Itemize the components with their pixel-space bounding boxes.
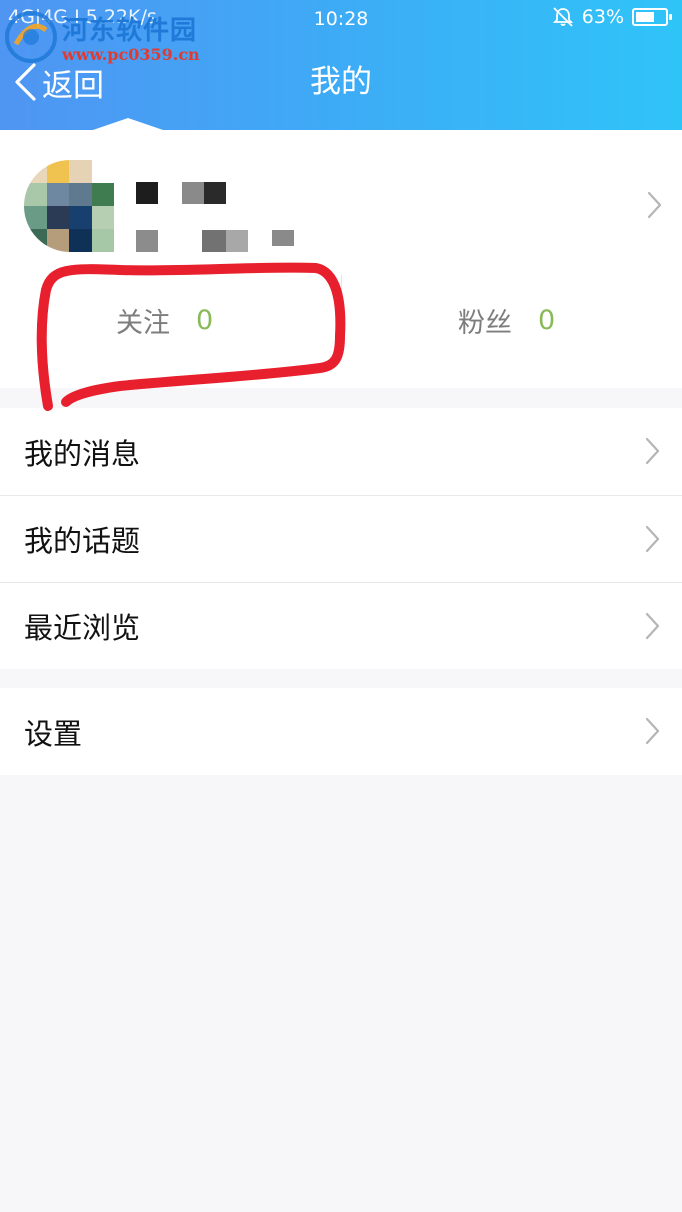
watermark: 河东软件园 www.pc0359.cn xyxy=(4,10,200,64)
following-stat[interactable]: 关注 0 xyxy=(116,290,213,350)
followers-count: 0 xyxy=(538,304,556,336)
menu-group-main: 我的消息 我的话题 最近浏览 xyxy=(0,408,682,669)
username-redacted xyxy=(136,182,226,204)
menu-item-label: 设置 xyxy=(24,716,83,751)
menu-group-settings: 设置 xyxy=(0,688,682,775)
chevron-right-icon xyxy=(647,191,662,219)
profile-card[interactable]: 关注 0 粉丝 0 xyxy=(0,130,682,388)
battery-fill xyxy=(636,12,654,22)
chevron-right-icon xyxy=(645,612,660,640)
chevron-right-icon xyxy=(645,717,660,745)
chevron-right-icon xyxy=(645,437,660,465)
menu-item-settings[interactable]: 设置 xyxy=(0,688,682,775)
menu-item-label: 我的消息 xyxy=(24,436,141,471)
stats-row: 关注 0 粉丝 0 xyxy=(0,290,682,350)
followers-stat[interactable]: 粉丝 0 xyxy=(458,290,555,350)
menu-item-topics[interactable]: 我的话题 xyxy=(0,495,682,582)
status-right: 63% xyxy=(552,6,672,28)
watermark-name: 河东软件园 xyxy=(62,16,198,46)
avatar[interactable] xyxy=(24,160,114,252)
chevron-right-icon xyxy=(645,525,660,553)
battery-percent: 63% xyxy=(581,6,624,28)
user-id-redacted xyxy=(136,230,294,252)
battery-icon xyxy=(632,8,672,26)
menu-item-label: 我的话题 xyxy=(24,524,141,558)
watermark-logo-icon xyxy=(5,11,57,63)
followers-label: 粉丝 xyxy=(458,307,512,339)
page-title: 我的 xyxy=(310,64,372,100)
menu-item-label: 最近浏览 xyxy=(24,611,141,645)
bell-icon xyxy=(552,7,573,27)
following-count: 0 xyxy=(196,304,214,336)
menu-item-messages[interactable]: 我的消息 xyxy=(0,408,682,495)
following-label: 关注 xyxy=(116,307,170,339)
app-header: 4G|4G Ⅰ 5.22K/s 10:28 63% 河东软件园 www.pc03… xyxy=(0,0,682,131)
menu-item-recent[interactable]: 最近浏览 xyxy=(0,582,682,669)
